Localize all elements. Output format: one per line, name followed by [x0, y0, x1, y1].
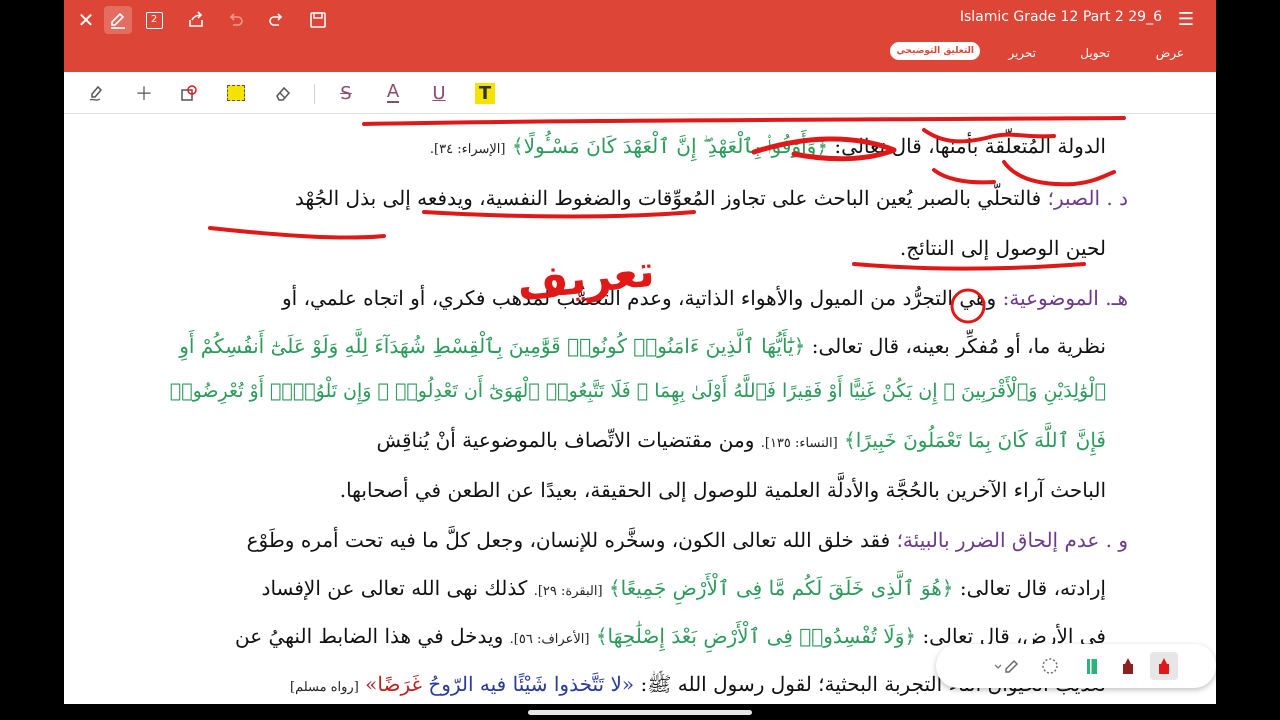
text-line-8: الباحث آراء الآخرين بالحُجَّة والأدلَّة …	[340, 478, 1106, 502]
body-text: الدولة المُتعلِّقة بأمنها، قال تعالى:	[834, 134, 1106, 158]
ink-underline-4	[852, 262, 1086, 271]
text-color-icon[interactable]: A	[380, 81, 406, 105]
text-line-5: نظرية ما، أو مُفكِّر بعينه، قال تعالى: ﴿…	[179, 334, 1106, 358]
save-icon[interactable]	[304, 6, 332, 34]
dark-red-pen-icon[interactable]	[1114, 652, 1142, 680]
text-line-7: فَإِنَّ ٱللَّهَ كَانَ بِمَا تَعْمَلُونَ …	[376, 428, 1106, 452]
strikethrough-icon[interactable]: S	[333, 81, 359, 105]
text-line-6: ٱلْوَٰلِدَيْنِ وَٱلْأَقْرَبِينَ ۚ إِن يَ…	[170, 380, 1106, 402]
share-icon[interactable]	[182, 6, 210, 34]
quran-verse: ﴿وَلَا تُفْسِدُوا۟ فِى ٱلْأَرْضِ بَعْدَ …	[595, 624, 917, 648]
app-window: ✕ 2 Islamic Grade 12 Part 2 29_6 ☰ عرض ت…	[64, 0, 1216, 704]
undo-icon[interactable]	[222, 6, 250, 34]
verse-reference: [الإسراء: ٣٤].	[429, 142, 506, 157]
ink-mark-2	[1002, 160, 1116, 187]
text-line-3: لحين الوصول إلى النتائج.	[900, 236, 1106, 260]
verse-reference: [الأعراف: ٥٦].	[509, 632, 590, 647]
body-text: لحين الوصول إلى النتائج.	[899, 236, 1106, 260]
tab-edit[interactable]: تحرير	[1008, 46, 1036, 60]
quran-verse: ٱلْوَٰلِدَيْنِ وَٱلْأَقْرَبِينَ ۚ إِن يَ…	[169, 380, 1106, 402]
ink-underline-3	[422, 210, 696, 219]
quran-verse: ﴿وَأَوْفُوا۟ بِٱلْعَهْدِ ۖ إِنَّ ٱلْعَهْ…	[511, 134, 829, 158]
body-text: فقد خلق الله تعالى الكون، وسخَّره للإنسا…	[246, 528, 891, 552]
pen-options-icon[interactable]	[988, 652, 1028, 680]
text-line-4: هـ. الموضوعية: وهي التجرُّد من الميول وا…	[282, 286, 1128, 310]
text-line-1: الدولة المُتعلِّقة بأمنها، قال تعالى: ﴿و…	[430, 134, 1106, 158]
toolbar-divider	[314, 84, 315, 104]
page-count-icon[interactable]: 2	[140, 6, 168, 34]
pen-mode-icon[interactable]	[104, 6, 132, 34]
eraser-icon[interactable]	[270, 81, 296, 105]
body-text: ويدخل في هذا الضابط النهيُ عن	[235, 624, 504, 648]
red-pen-icon[interactable]	[1150, 652, 1178, 680]
quran-verse: ﴿هُوَ ٱلَّذِى خَلَقَ لَكُم مَّا فِى ٱلْأ…	[608, 576, 954, 600]
text-line-2: د . الصبر؛ فالتحلّي بالصبر يُعين الباحث …	[295, 186, 1128, 210]
text-line-10: إرادته، قال تعالى: ﴿هُوَ ٱلَّذِى خَلَقَ …	[262, 576, 1106, 600]
hadith-text-emphasis: غَرَضًا»	[365, 672, 422, 696]
highlight-text-icon[interactable]: T	[472, 81, 498, 105]
home-indicator[interactable]	[528, 710, 752, 715]
signature-pen-icon[interactable]	[84, 81, 110, 105]
body-text: فالتحلّي بالصبر يُعين الباحث على تجاوز ا…	[294, 186, 1042, 210]
body-text: ومن مقتضيات الاتِّصاف بالموضوعية أنْ يُن…	[376, 428, 755, 452]
item-heading: و . عدم إلحاق الضرر بالبيئة؛	[896, 528, 1128, 552]
menu-icon[interactable]: ☰	[1178, 9, 1194, 30]
item-heading: هـ. الموضوعية:	[1002, 286, 1128, 310]
page-badge: 2	[145, 11, 163, 29]
verse-reference: [النساء: ١٣٥].	[760, 436, 838, 451]
body-text: الباحث آراء الآخرين بالحُجَّة والأدلَّة …	[339, 478, 1106, 502]
ink-underline-1	[362, 116, 1126, 126]
body-text: كذلك نهى الله تعالى عن الإفساد	[261, 576, 528, 600]
top-app-bar: ✕ 2 Islamic Grade 12 Part 2 29_6 ☰ عرض ت…	[64, 0, 1216, 72]
redo-icon[interactable]	[262, 6, 290, 34]
item-heading: د . الصبر؛	[1047, 186, 1128, 210]
document-page: الدولة المُتعلِّقة بأمنها، قال تعالى: ﴿و…	[64, 114, 1216, 704]
annotation-toolbar: ＋ S A U T	[64, 72, 1216, 114]
hadith-reference: [رواه مسلم]	[290, 680, 359, 695]
tab-view[interactable]: عرض	[1156, 46, 1184, 60]
hadith-text: «لا تَتَّخذوا شَيْئًا فيه الرّوحُ	[428, 672, 635, 696]
add-icon[interactable]: ＋	[131, 81, 157, 105]
lasso-icon[interactable]	[1036, 652, 1064, 680]
ink-mark-1	[932, 168, 996, 185]
verse-reference: [البقرة: ٢٩].	[533, 584, 603, 599]
text-line-9: و . عدم إلحاق الضرر بالبيئة؛ فقد خلق الل…	[247, 528, 1128, 552]
tab-annotate[interactable]: التعليق التوضيحي	[890, 42, 980, 60]
body-text: وهي التجرُّد من الميول والأهواء الذاتية،…	[282, 286, 997, 310]
area-highlight-icon[interactable]	[223, 81, 249, 105]
body-text: إرادته، قال تعالى:	[959, 576, 1106, 600]
tab-convert[interactable]: تحويل	[1080, 46, 1110, 60]
underline-icon[interactable]: U	[426, 81, 452, 105]
green-highlighter-icon[interactable]	[1078, 652, 1106, 680]
quran-verse: ﴿يَٰٓأَيُّهَا ٱلَّذِينَ ءَامَنُوا۟ كُونُ…	[179, 334, 806, 358]
close-icon[interactable]: ✕	[72, 6, 100, 34]
ink-underline-2	[208, 226, 386, 240]
body-text: نظرية ما، أو مُفكِّر بعينه، قال تعالى:	[811, 334, 1106, 358]
quran-verse: فَإِنَّ ٱللَّهَ كَانَ بِمَا تَعْمَلُونَ …	[844, 428, 1106, 452]
shapes-icon[interactable]	[176, 81, 202, 105]
pen-tray	[936, 644, 1216, 688]
document-title: Islamic Grade 12 Part 2 29_6	[959, 9, 1162, 25]
